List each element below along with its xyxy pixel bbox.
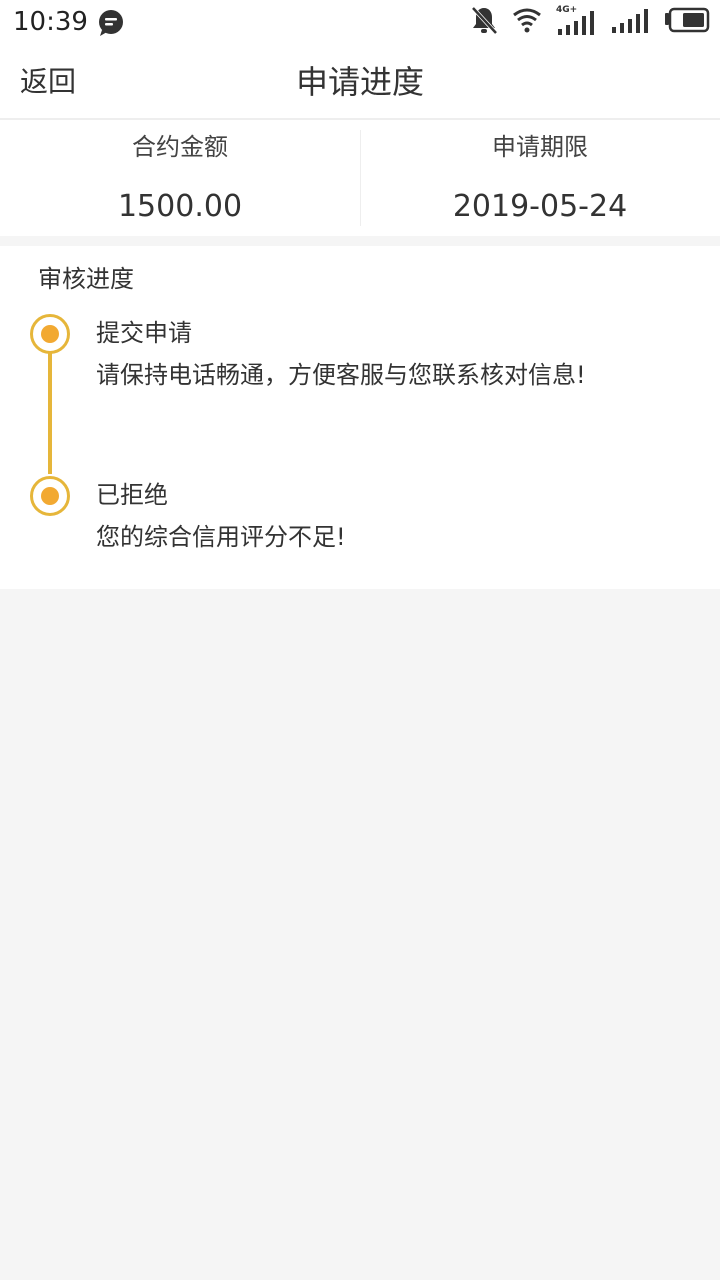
- status-icons: 4G+: [470, 5, 710, 39]
- bell-off-icon: [470, 5, 498, 39]
- deadline-label: 申请期限: [492, 133, 588, 161]
- battery-icon: [664, 7, 710, 37]
- deadline-column: 申请期限 2019-05-24: [360, 120, 720, 236]
- status-bar: 10:39 4G+: [0, 0, 720, 44]
- chat-bubble-icon: [96, 8, 126, 38]
- step-dot-icon: [30, 314, 70, 354]
- status-time: 10:39: [13, 7, 88, 37]
- wifi-icon: [512, 7, 542, 37]
- contract-summary: 合约金额 1500.00 申请期限 2019-05-24: [0, 120, 720, 236]
- step-dot-icon: [30, 476, 70, 516]
- signal-4g-icon: 4G+: [556, 5, 596, 37]
- amount-column: 合约金额 1500.00: [0, 120, 360, 236]
- timeline-line: [48, 350, 52, 474]
- step-title: 提交申请: [96, 319, 192, 347]
- amount-label: 合约金额: [132, 133, 228, 161]
- page-title: 申请进度: [295, 63, 424, 101]
- amount-value: 1500.00: [117, 189, 243, 224]
- step-desc: 请保持电话畅通，方便客服与您联系核对信息!: [96, 361, 586, 389]
- step-title: 已拒绝: [96, 481, 168, 509]
- deadline-value: 2019-05-24: [452, 189, 628, 224]
- nav-bar: 返回 申请进度: [0, 44, 720, 120]
- signal-icon: [610, 5, 650, 39]
- step-desc: 您的综合信用评分不足!: [96, 523, 346, 551]
- review-progress-card: 审核进度 提交申请 请保持电话畅通，方便客服与您联系核对信息! 已拒绝 您的综合…: [0, 246, 720, 589]
- progress-title: 审核进度: [38, 265, 134, 293]
